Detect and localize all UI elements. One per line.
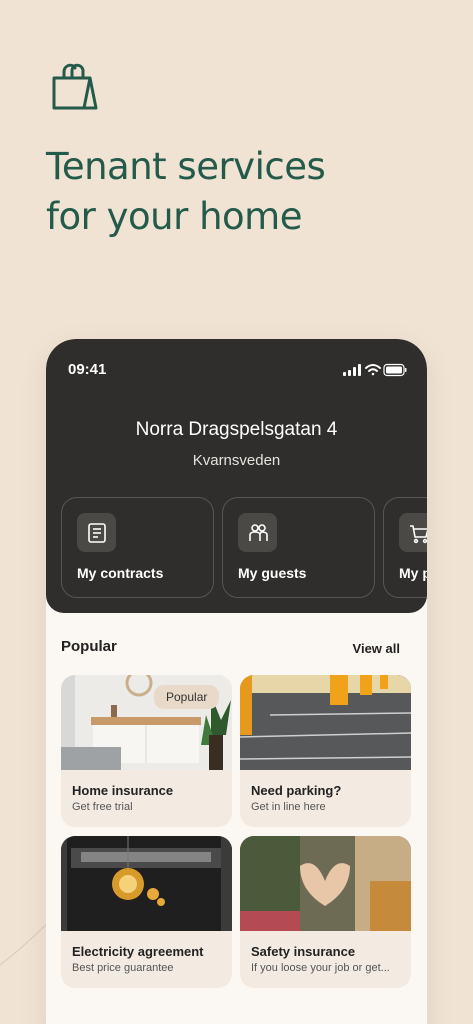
battery-icon [383, 363, 407, 377]
service-card-home-insurance[interactable]: Popular Home insurance Get free trial [61, 675, 232, 827]
hero-title-line-1: Tenant services [46, 145, 326, 188]
electricity-image [61, 836, 232, 931]
quick-action-my-guests[interactable]: My guests [222, 497, 375, 598]
guests-icon [238, 513, 277, 552]
cart-icon [399, 513, 427, 552]
quick-action-label: My guests [238, 565, 307, 581]
hero-title: Tenant services for your home [46, 142, 426, 242]
phone-header: 09:41 Norra Dragspelsgatan 4 Kvarnsveden… [46, 339, 427, 613]
popular-section-title: Popular [61, 638, 117, 655]
card-subtitle: Get in line here [251, 801, 326, 813]
phone-mockup: 09:41 Norra Dragspelsgatan 4 Kvarnsveden… [46, 339, 427, 1024]
card-subtitle: If you loose your job or get... [251, 962, 390, 974]
hero-title-line-2: for your home [46, 195, 303, 238]
parking-image [240, 675, 411, 770]
card-title: Safety insurance [251, 944, 356, 959]
quick-action-label: My contracts [77, 565, 164, 581]
card-subtitle: Best price guarantee [72, 962, 174, 974]
quick-action-label: My p [399, 565, 427, 581]
signal-icon [343, 364, 361, 376]
shopping-bag-icon [50, 60, 100, 112]
card-title: Home insurance [72, 783, 174, 798]
wifi-icon [365, 364, 381, 376]
document-icon [77, 513, 116, 552]
service-card-need-parking[interactable]: Need parking? Get in line here [240, 675, 411, 827]
address-title: Norra Dragspelsgatan 4 [135, 419, 338, 440]
view-all-link[interactable]: View all [353, 641, 400, 656]
card-subtitle: Get free trial [72, 801, 133, 813]
quick-action-my-contracts[interactable]: My contracts [61, 497, 214, 598]
status-time: 09:41 [68, 361, 107, 378]
service-card-electricity-agreement[interactable]: Electricity agreement Best price guarant… [61, 836, 232, 988]
service-card-safety-insurance[interactable]: Safety insurance If you loose your job o… [240, 836, 411, 988]
address-city: Kvarnsveden [192, 452, 281, 469]
status-icons [343, 363, 407, 382]
popular-badge: Popular [154, 685, 220, 709]
card-title: Electricity agreement [72, 944, 204, 959]
quick-action-third[interactable]: My p [383, 497, 427, 598]
card-title: Need parking? [251, 783, 342, 798]
safety-insurance-image [240, 836, 411, 931]
